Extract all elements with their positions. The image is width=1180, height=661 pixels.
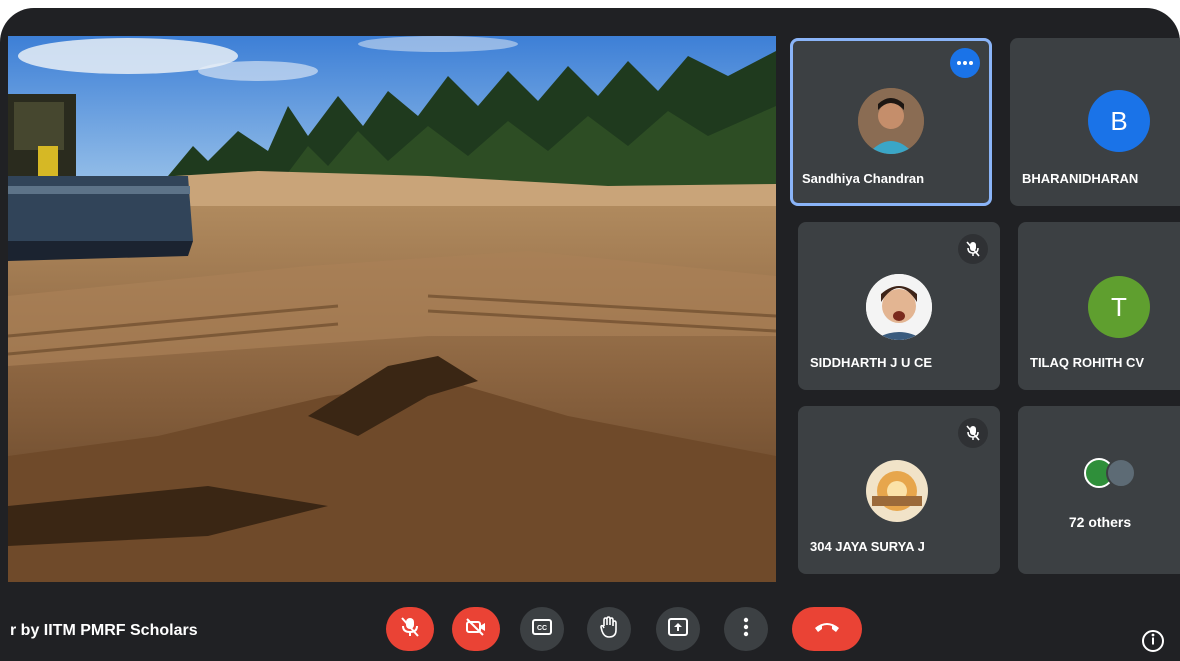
more-options-icon[interactable] (950, 48, 980, 78)
mic-off-button[interactable] (386, 607, 434, 651)
present-icon (668, 617, 688, 641)
avatar: T (1088, 276, 1150, 338)
info-icon (1150, 632, 1156, 650)
others-tile[interactable]: 72 others (1018, 406, 1180, 574)
raise-hand-button[interactable] (587, 607, 631, 651)
participant-name: TILAQ ROHITH CV (1030, 355, 1145, 370)
avatar (866, 274, 932, 340)
meeting-info-button[interactable] (1142, 630, 1164, 652)
participant-name: SIDDHARTH J U CE (810, 355, 933, 370)
avatar (1106, 458, 1136, 488)
participant-tile[interactable]: B BHARANIDHARAN (1010, 38, 1180, 206)
mic-off-icon (958, 418, 988, 448)
end-call-icon (814, 620, 840, 638)
participant-name: Sandhiya Chandran (802, 171, 925, 186)
captions-button[interactable]: CC (520, 607, 564, 651)
meeting-title: r by IITM PMRF Scholars (10, 622, 198, 639)
others-count: 72 others (1068, 514, 1132, 530)
others-avatar-stack (1084, 458, 1138, 488)
more-options-button[interactable] (724, 607, 768, 651)
mic-off-icon (958, 234, 988, 264)
hand-icon (600, 615, 618, 643)
participant-tile[interactable]: Sandhiya Chandran (790, 38, 992, 206)
present-button[interactable] (656, 607, 700, 651)
more-vert-icon (743, 617, 749, 642)
participant-tile[interactable]: 304 JAYA SURYA J (798, 406, 1000, 574)
main-video-stage[interactable] (8, 36, 776, 582)
participant-tile[interactable]: SIDDHARTH J U CE (798, 222, 1000, 390)
camera-off-icon (465, 617, 487, 641)
leave-call-button[interactable] (792, 607, 862, 651)
participant-name: 304 JAYA SURYA J (810, 539, 925, 554)
avatar (858, 88, 924, 154)
meet-window: Sandhiya Chandran B BHARANIDHARAN SIDDHA… (0, 8, 1180, 661)
participant-tile[interactable]: T TILAQ ROHITH CV (1018, 222, 1180, 390)
avatar (866, 460, 928, 522)
camera-off-button[interactable] (452, 607, 500, 651)
captions-icon: CC (532, 618, 552, 640)
participant-name: BHARANIDHARAN (1022, 171, 1139, 186)
svg-text:CC: CC (537, 625, 547, 632)
mic-off-icon (401, 616, 419, 642)
construction-site-video (8, 36, 776, 582)
avatar: B (1088, 90, 1150, 152)
